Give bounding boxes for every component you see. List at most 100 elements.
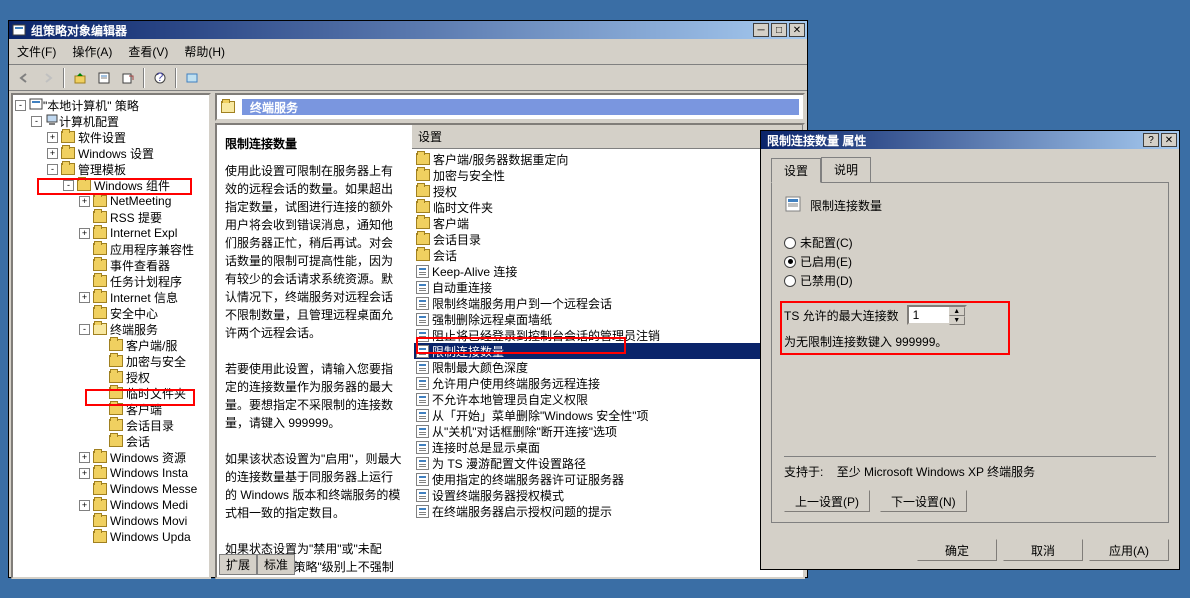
radio-enabled[interactable]: 已启用(E) — [784, 253, 1156, 270]
tree-item[interactable]: Windows Upda — [15, 529, 207, 545]
expander[interactable]: - — [15, 100, 26, 111]
list-header[interactable]: 设置 — [412, 125, 803, 149]
export-button[interactable] — [117, 67, 139, 89]
prev-setting-button[interactable]: 上一设置(P) — [784, 490, 870, 512]
list-item[interactable]: 为 TS 漫游配置文件设置路径 — [414, 455, 801, 471]
list-item[interactable]: 授权 — [414, 183, 801, 199]
expander[interactable]: - — [79, 324, 90, 335]
tree-item[interactable]: +NetMeeting — [15, 193, 207, 209]
tree-item[interactable]: RSS 提要 — [15, 209, 207, 225]
list-item[interactable]: 阻止将已经登录到控制台会话的管理员注销 — [414, 327, 801, 343]
radio-disabled[interactable]: 已禁用(D) — [784, 272, 1156, 289]
tree-item[interactable]: +Internet Expl — [15, 225, 207, 241]
list-item[interactable]: 限制连接数量 — [414, 343, 801, 359]
expander[interactable]: + — [79, 468, 90, 479]
tree-item[interactable]: Windows Messe — [15, 481, 207, 497]
tab-explain[interactable]: 说明 — [821, 157, 871, 182]
tree-item[interactable]: 授权 — [15, 369, 207, 385]
tree-item[interactable]: +Windows Insta — [15, 465, 207, 481]
list-item[interactable]: 连接时总是显示桌面 — [414, 439, 801, 455]
expander[interactable]: + — [79, 228, 90, 239]
next-setting-button[interactable]: 下一设置(N) — [880, 490, 967, 512]
max-connections-input[interactable]: ▲▼ — [907, 305, 967, 325]
menu-file[interactable]: 文件(F) — [13, 41, 60, 62]
list-item[interactable]: 会话 — [414, 247, 801, 263]
expander[interactable]: + — [79, 500, 90, 511]
list-item[interactable]: 在终端服务器启示授权问题的提示 — [414, 503, 801, 519]
tree-item[interactable]: 会话 — [15, 433, 207, 449]
apply-button[interactable]: 应用(A) — [1089, 539, 1169, 561]
tab-setting[interactable]: 设置 — [771, 158, 821, 183]
list-item[interactable]: 加密与安全性 — [414, 167, 801, 183]
up-button[interactable] — [69, 67, 91, 89]
tree-item[interactable]: +Windows 设置 — [15, 145, 207, 161]
tree-item[interactable]: +Windows 资源 — [15, 449, 207, 465]
tree-item[interactable]: -Windows 组件 — [15, 177, 207, 193]
radio-unconfigured[interactable]: 未配置(C) — [784, 234, 1156, 251]
list-item[interactable]: 允许用户使用终端服务远程连接 — [414, 375, 801, 391]
list-item[interactable]: 客户端 — [414, 215, 801, 231]
close-button[interactable]: ✕ — [789, 23, 805, 37]
expander[interactable]: - — [63, 180, 74, 191]
list-item[interactable]: 强制删除远程桌面墙纸 — [414, 311, 801, 327]
list-item[interactable]: 从"关机"对话框删除"断开连接"选项 — [414, 423, 801, 439]
tree-item[interactable]: 事件查看器 — [15, 257, 207, 273]
spin-down[interactable]: ▼ — [949, 316, 965, 325]
tree-item[interactable]: -管理模板 — [15, 161, 207, 177]
cancel-button[interactable]: 取消 — [1003, 539, 1083, 561]
expander[interactable]: + — [47, 132, 58, 143]
list-item[interactable]: 使用指定的终端服务器许可证服务器 — [414, 471, 801, 487]
help-button[interactable]: ? — [149, 67, 171, 89]
menu-view[interactable]: 查看(V) — [124, 41, 172, 62]
gpedit-window: 组策略对象编辑器 ─ □ ✕ 文件(F) 操作(A) 查看(V) 帮助(H) ?… — [8, 20, 808, 578]
tree-item[interactable]: 会话目录 — [15, 417, 207, 433]
menu-action[interactable]: 操作(A) — [68, 41, 116, 62]
tab-extended[interactable]: 扩展 — [219, 554, 257, 575]
close-button[interactable]: ✕ — [1161, 133, 1177, 147]
tree-item[interactable]: 应用程序兼容性 — [15, 241, 207, 257]
tree-item[interactable]: +Windows Medi — [15, 497, 207, 513]
list-item[interactable]: 不允许本地管理员自定义权限 — [414, 391, 801, 407]
expander[interactable]: + — [79, 452, 90, 463]
expander[interactable]: + — [47, 148, 58, 159]
list-item[interactable]: 限制终端服务用户到一个远程会话 — [414, 295, 801, 311]
list-item[interactable]: 设置终端服务器授权模式 — [414, 487, 801, 503]
spin-up[interactable]: ▲ — [949, 307, 965, 316]
forward-button[interactable] — [37, 67, 59, 89]
tree-item[interactable]: 客户端/服 — [15, 337, 207, 353]
back-button[interactable] — [13, 67, 35, 89]
filter-button[interactable] — [181, 67, 203, 89]
tree-item[interactable]: 客户端 — [15, 401, 207, 417]
properties-button[interactable] — [93, 67, 115, 89]
ok-button[interactable]: 确定 — [917, 539, 997, 561]
list-item[interactable]: Keep-Alive 连接 — [414, 263, 801, 279]
expander[interactable]: - — [47, 164, 58, 175]
expander[interactable]: + — [79, 196, 90, 207]
tree-item[interactable]: -计算机配置 — [15, 113, 207, 129]
expander[interactable]: - — [31, 116, 42, 127]
tree-item[interactable]: -终端服务 — [15, 321, 207, 337]
list-item[interactable]: 临时文件夹 — [414, 199, 801, 215]
list-item[interactable]: 会话目录 — [414, 231, 801, 247]
list-item[interactable]: 限制最大颜色深度 — [414, 359, 801, 375]
list-item[interactable]: 客户端/服务器数据重定向 — [414, 151, 801, 167]
description-pane: 限制连接数量 使用此设置可限制在服务器上有效的远程会话的数量。如果超出指定数量，… — [217, 125, 412, 577]
list-item[interactable]: 自动重连接 — [414, 279, 801, 295]
tree-item[interactable]: Windows Movi — [15, 513, 207, 529]
tree-item[interactable]: 临时文件夹 — [15, 385, 207, 401]
expander[interactable]: + — [79, 292, 90, 303]
spin-text[interactable] — [909, 307, 949, 323]
tree-pane[interactable]: -"本地计算机" 策略-计算机配置+软件设置+Windows 设置-管理模板-W… — [11, 93, 211, 579]
tab-standard[interactable]: 标准 — [257, 554, 295, 575]
tree-item[interactable]: -"本地计算机" 策略 — [15, 97, 207, 113]
menu-help[interactable]: 帮助(H) — [180, 41, 229, 62]
help-button[interactable]: ? — [1143, 133, 1159, 147]
tree-item[interactable]: +Internet 信息 — [15, 289, 207, 305]
maximize-button[interactable]: □ — [771, 23, 787, 37]
tree-item[interactable]: +软件设置 — [15, 129, 207, 145]
list-item[interactable]: 从「开始」菜单删除"Windows 安全性"项 — [414, 407, 801, 423]
tree-item[interactable]: 加密与安全 — [15, 353, 207, 369]
minimize-button[interactable]: ─ — [753, 23, 769, 37]
tree-item[interactable]: 安全中心 — [15, 305, 207, 321]
tree-item[interactable]: 任务计划程序 — [15, 273, 207, 289]
